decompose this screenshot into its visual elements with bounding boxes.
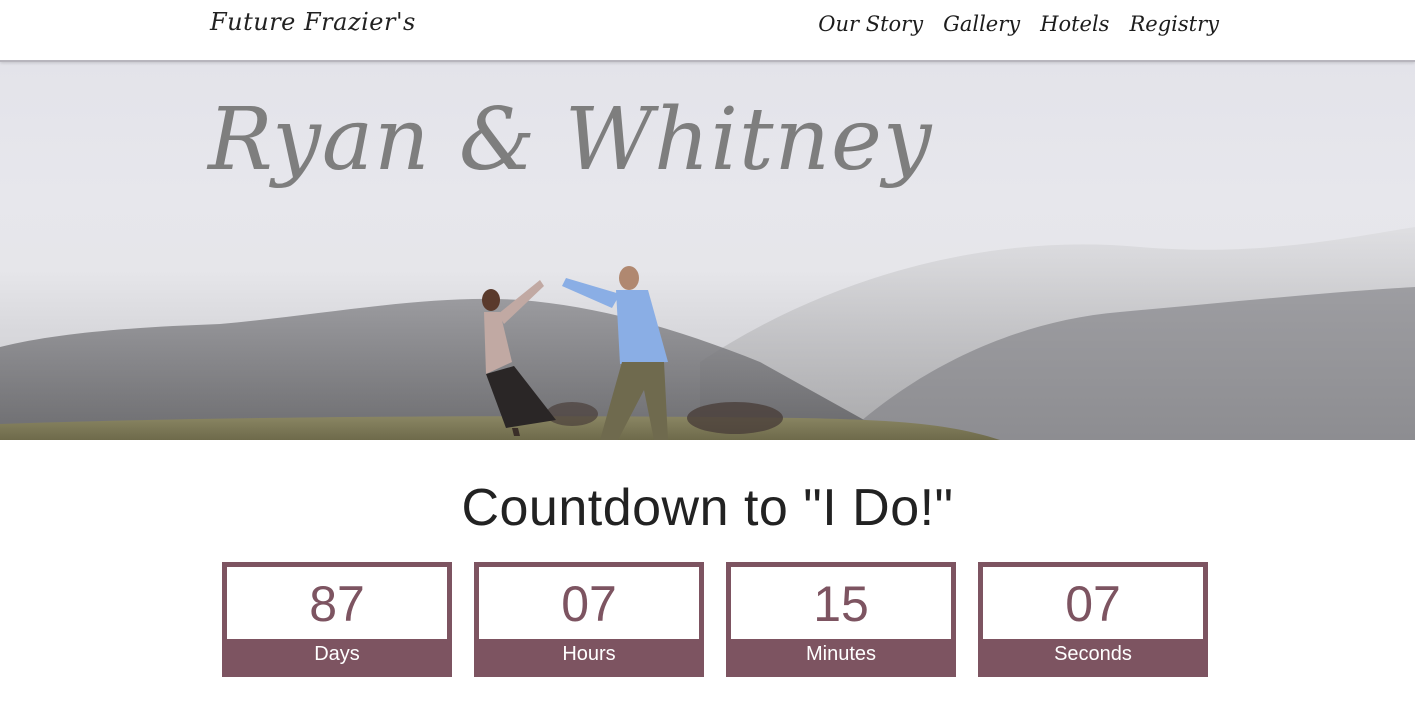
countdown-title: Countdown to "I Do!" xyxy=(461,479,954,537)
countdown-label: Hours xyxy=(479,639,699,672)
countdown-label: Days xyxy=(227,639,447,672)
hero-title: Ryan & Whitney xyxy=(208,90,933,190)
countdown-hours: 07 Hours xyxy=(474,562,704,677)
countdown-seconds: 07 Seconds xyxy=(978,562,1208,677)
nav-link-registry[interactable]: Registry xyxy=(1129,12,1219,36)
countdown-days: 87 Days xyxy=(222,562,452,677)
nav-link-hotels[interactable]: Hotels xyxy=(1040,12,1109,36)
nav-link-gallery[interactable]: Gallery xyxy=(943,12,1020,36)
countdown-value: 15 xyxy=(813,576,869,632)
countdown-value: 07 xyxy=(561,576,617,632)
countdown-value: 07 xyxy=(1065,576,1121,632)
countdown-timer: 87 Days 07 Hours 15 Minutes 07 Seconds xyxy=(222,562,1208,677)
shrub xyxy=(687,402,783,434)
hero-banner: Ryan & Whitney xyxy=(0,62,1415,440)
nav-link-our-story[interactable]: Our Story xyxy=(818,12,923,36)
top-navbar: Future Frazier's Our Story Gallery Hotel… xyxy=(0,0,1415,62)
shrub xyxy=(546,402,598,426)
countdown-label: Minutes xyxy=(731,639,951,672)
countdown-minutes: 15 Minutes xyxy=(726,562,956,677)
countdown-label: Seconds xyxy=(983,639,1203,672)
brand-logo-link[interactable]: Future Frazier's xyxy=(210,8,416,36)
nav-links: Our Story Gallery Hotels Registry xyxy=(818,12,1219,36)
countdown-value: 87 xyxy=(309,576,365,632)
